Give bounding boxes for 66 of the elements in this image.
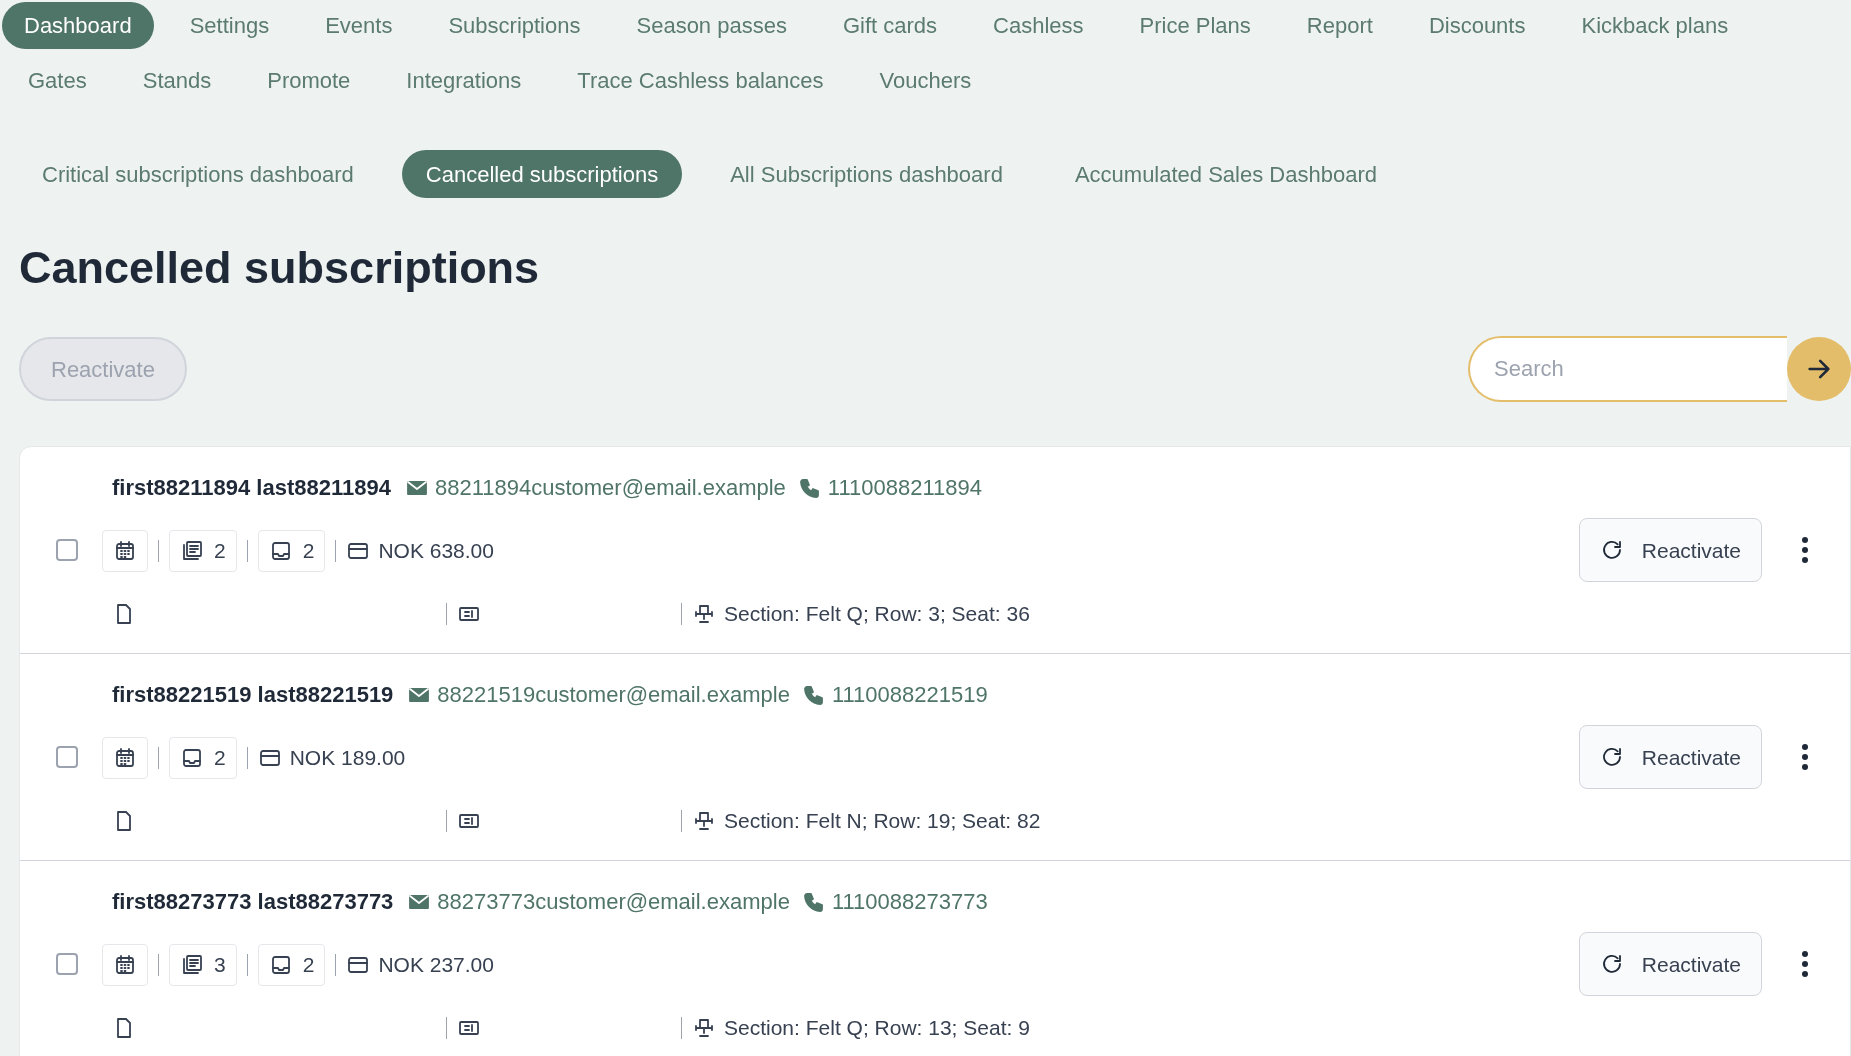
chip-count: 2 [302, 538, 315, 565]
row-checkbox[interactable] [56, 539, 78, 562]
info-chip[interactable] [102, 530, 148, 572]
chip-count: 2 [214, 745, 226, 772]
documents-icon [180, 953, 204, 977]
nav-tab[interactable]: Season passes [610, 2, 813, 49]
reactivate-button[interactable]: Reactivate [1578, 932, 1762, 997]
chip-count: 2 [302, 952, 315, 979]
nav-tab[interactable]: Vouchers [853, 57, 998, 104]
info-chip[interactable]: 2 [169, 737, 237, 779]
info-chip[interactable]: 3 [169, 944, 237, 986]
subnav-tab[interactable]: All Subscriptions dashboard [706, 150, 1027, 198]
search-field[interactable]: Search [1468, 336, 1787, 403]
subnav-tab[interactable]: Accumulated Sales Dashboard [1050, 150, 1401, 198]
email-link[interactable]: 88221519customer@email.example [437, 678, 790, 711]
info-chip[interactable]: 2 [257, 530, 326, 572]
subnav-tab[interactable]: Critical subscriptions dashboard [18, 150, 378, 198]
email-link[interactable]: 88273773customer@email.example [437, 885, 790, 918]
price: NOK 189.00 [289, 745, 406, 772]
seat-info: Section: Felt N; Row: 19; Seat: 82 [724, 808, 1041, 834]
row-checkbox[interactable] [56, 746, 78, 769]
nav-tab[interactable]: Price Plans [1113, 2, 1277, 49]
info-chip[interactable] [102, 737, 148, 779]
customer-name: first88211894 last88211894 [112, 474, 391, 502]
phone-link[interactable]: 1110088221519 [831, 678, 988, 711]
nav-tab[interactable]: Stands [116, 57, 238, 104]
chip-count: 2 [214, 538, 226, 565]
inbox-icon [180, 746, 204, 770]
more-options-button[interactable] [1800, 951, 1810, 978]
phone-link[interactable]: 1110088273773 [831, 885, 988, 918]
nav-tab[interactable]: Promote [241, 57, 377, 104]
nav-tab[interactable]: Subscriptions [422, 2, 607, 49]
page-title: Cancelled subscriptions [18, 241, 541, 295]
nav-tab[interactable]: Settings [163, 2, 296, 49]
info-chip[interactable] [102, 944, 148, 986]
customer-name: first88273773 last88273773 [112, 888, 394, 916]
reactivate-button[interactable]: Reactivate [1578, 725, 1762, 790]
nav-tab[interactable]: Dashboard [2, 2, 154, 49]
subnav-tab[interactable]: Cancelled subscriptions [401, 150, 683, 198]
chip-count: 3 [214, 952, 226, 979]
calendar-icon [113, 539, 137, 563]
nav-tab[interactable]: Discounts [1402, 2, 1552, 49]
price: NOK 237.00 [378, 952, 494, 979]
seat-info: Section: Felt Q; Row: 3; Seat: 36 [724, 601, 1030, 627]
info-chip[interactable]: 2 [257, 944, 326, 986]
seat-info: Section: Felt Q; Row: 13; Seat: 9 [724, 1015, 1030, 1041]
price: NOK 638.00 [378, 538, 494, 565]
documents-icon [180, 539, 204, 563]
customer-name: first88221519 last88221519 [112, 681, 394, 709]
phone-link[interactable]: 1110088211894 [827, 471, 982, 504]
more-options-button[interactable] [1800, 537, 1810, 564]
row-checkbox[interactable] [56, 953, 78, 976]
nav-tab[interactable]: Gates [2, 57, 113, 104]
calendar-icon [113, 746, 137, 770]
reactivate-button[interactable]: Reactivate [1578, 518, 1762, 583]
nav-tab[interactable]: Kickback plans [1555, 2, 1755, 49]
calendar-icon [113, 953, 137, 977]
more-options-button[interactable] [1800, 744, 1810, 771]
nav-tab[interactable]: Events [299, 2, 419, 49]
info-chip[interactable]: 2 [169, 530, 237, 572]
nav-tab[interactable]: Trace Cashless balances [551, 57, 850, 104]
email-link[interactable]: 88211894customer@email.example [434, 471, 786, 504]
nav-tab[interactable]: Integrations [380, 57, 548, 104]
nav-tab[interactable]: Gift cards [816, 2, 964, 49]
nav-tab[interactable]: Report [1280, 2, 1399, 49]
nav-tab[interactable]: Cashless [967, 2, 1110, 49]
